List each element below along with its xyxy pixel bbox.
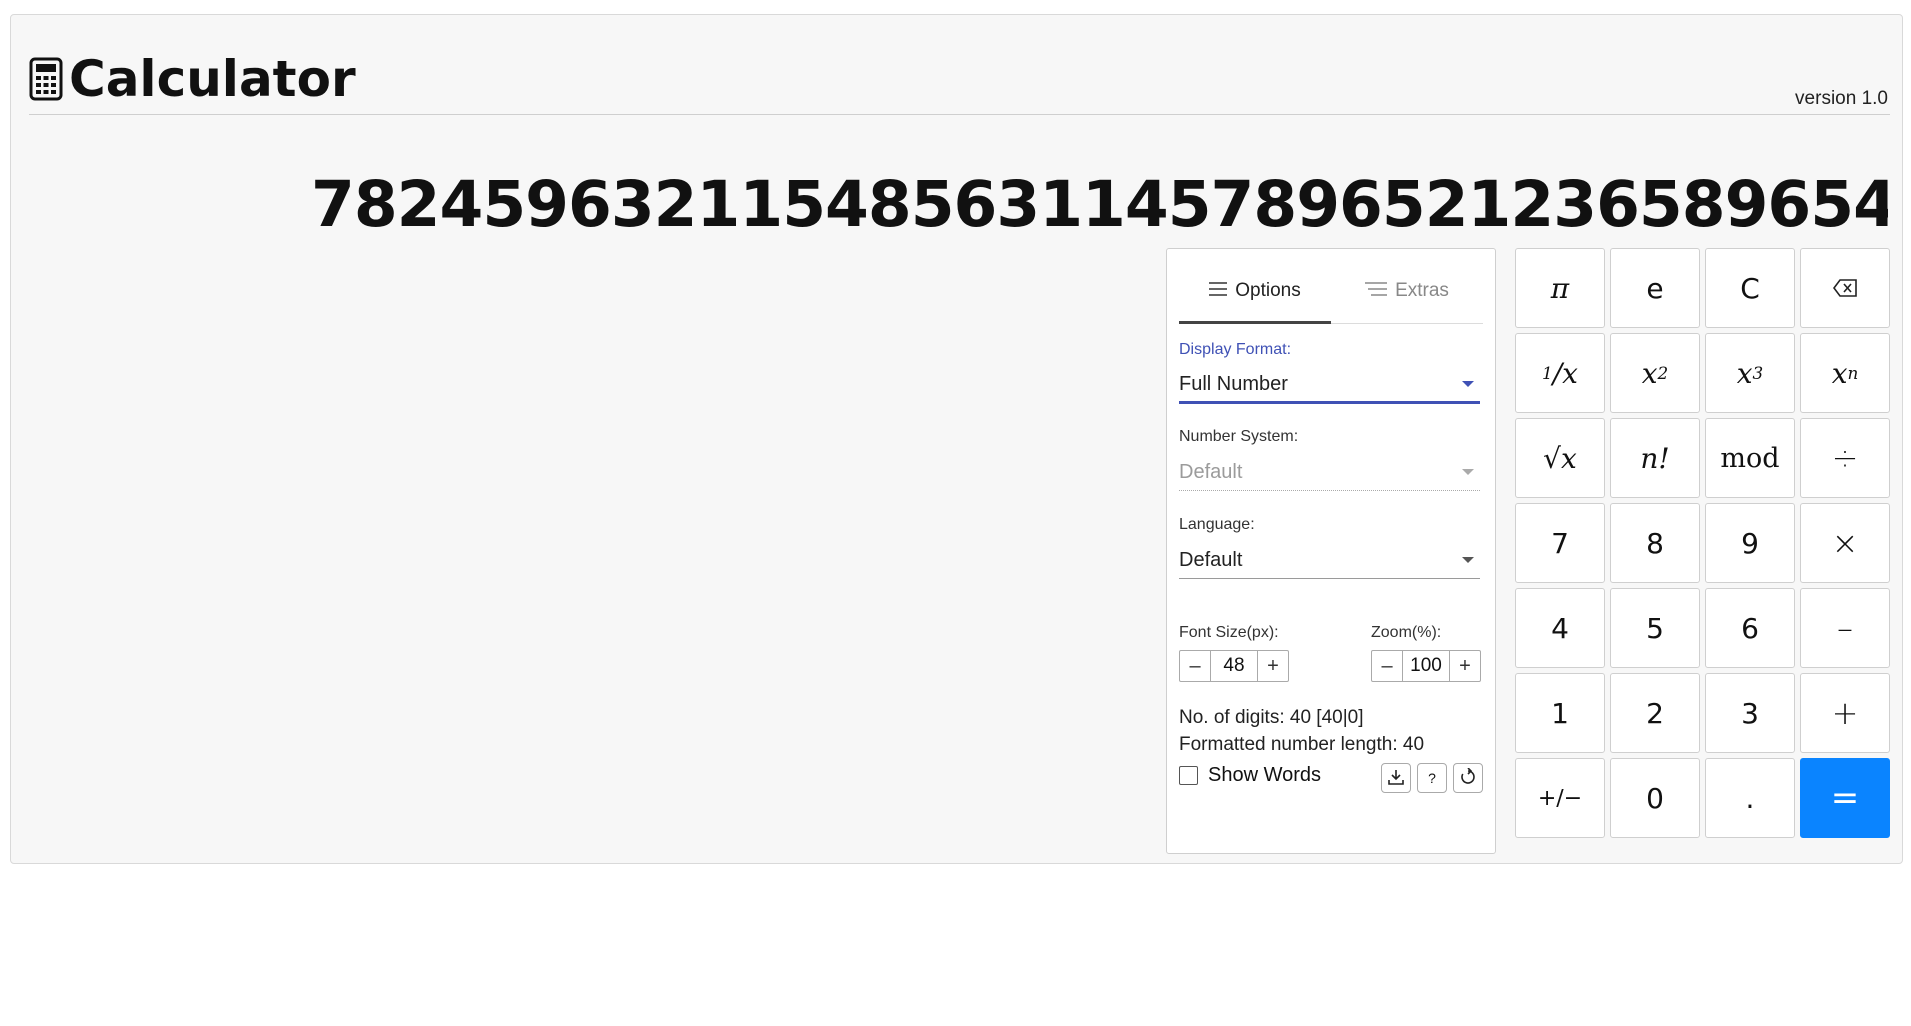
mod-button[interactable]: mod (1705, 418, 1795, 498)
tab-extras[interactable]: Extras (1331, 259, 1483, 323)
number-system-select[interactable]: Default (1179, 454, 1480, 491)
number-system-field: Number System: Default (1179, 428, 1480, 491)
backspace-button[interactable] (1800, 248, 1890, 328)
version-label: version 1.0 (1795, 88, 1888, 109)
app-title-text: Calculator (69, 50, 356, 108)
display-format-select[interactable]: Full Number (1179, 367, 1480, 404)
font-size-label: Font Size(px): (1179, 624, 1279, 641)
cube-button[interactable]: x3 (1705, 333, 1795, 413)
digit-1-button[interactable]: 1 (1515, 673, 1605, 753)
font-size-input[interactable]: 48 (1210, 651, 1258, 681)
reset-button[interactable] (1453, 763, 1483, 793)
language-label: Language: (1179, 516, 1255, 533)
tab-options[interactable]: Options (1179, 259, 1331, 324)
language-field: Language: Default (1179, 516, 1480, 579)
divide-button[interactable]: ÷ (1800, 418, 1890, 498)
keypad: π e C 1/x x2 x3 xn √x n! mod ÷ 7 8 9 × 4… (1515, 248, 1890, 838)
font-size-increase-button[interactable]: + (1258, 651, 1288, 681)
zoom-stepper: – 100 + (1371, 650, 1481, 682)
show-words-option: Show Words (1179, 764, 1321, 787)
show-words-checkbox[interactable] (1179, 766, 1198, 785)
font-size-decrease-button[interactable]: – (1180, 651, 1210, 681)
square-button[interactable]: x2 (1610, 333, 1700, 413)
zoom-increase-button[interactable]: + (1450, 651, 1480, 681)
factorial-button[interactable]: n! (1610, 418, 1700, 498)
panel-tabs: Options Extras (1179, 259, 1483, 324)
decimal-button[interactable]: . (1705, 758, 1795, 838)
reciprocal-button[interactable]: 1/x (1515, 333, 1605, 413)
digit-8-button[interactable]: 8 (1610, 503, 1700, 583)
e-button[interactable]: e (1610, 248, 1700, 328)
digit-6-button[interactable]: 6 (1705, 588, 1795, 668)
power-button[interactable]: xn (1800, 333, 1890, 413)
digit-2-button[interactable]: 2 (1610, 673, 1700, 753)
zoom-field: Zoom(%): – 100 + (1371, 624, 1481, 682)
download-icon (1387, 768, 1405, 789)
square-root-button[interactable]: √x (1515, 418, 1605, 498)
zoom-decrease-button[interactable]: – (1372, 651, 1402, 681)
add-button[interactable]: + (1800, 673, 1890, 753)
subtract-button[interactable]: – (1800, 588, 1890, 668)
pi-button[interactable]: π (1515, 248, 1605, 328)
equals-button[interactable]: = (1800, 758, 1890, 838)
display-format-label: Display Format: (1179, 341, 1292, 358)
backspace-icon (1832, 272, 1858, 305)
reset-icon (1459, 766, 1477, 789)
multiply-button[interactable]: × (1800, 503, 1890, 583)
chevron-down-icon (1462, 381, 1474, 387)
result-display: 7824596321154856311457896521236589654856 (311, 168, 1888, 241)
menu-icon (1209, 280, 1228, 302)
download-button[interactable] (1381, 763, 1411, 793)
panel-tools: ? (1381, 763, 1483, 793)
display-format-field: Display Format: Full Number (1179, 341, 1480, 404)
options-panel: Options Extras Display Format: Full Numb… (1166, 248, 1496, 854)
language-select[interactable]: Default (1179, 542, 1480, 579)
calculator-icon (29, 57, 63, 101)
chevron-down-icon (1462, 469, 1474, 475)
digit-5-button[interactable]: 5 (1610, 588, 1700, 668)
language-value: Default (1179, 548, 1243, 571)
sort-lines-icon (1365, 280, 1388, 302)
chevron-down-icon (1462, 557, 1474, 563)
help-button[interactable]: ? (1417, 763, 1447, 793)
font-size-stepper: – 48 + (1179, 650, 1289, 682)
zoom-label: Zoom(%): (1371, 624, 1442, 641)
number-info: No. of digits: 40 [40|0] Formatted numbe… (1179, 704, 1424, 758)
digits-info: No. of digits: 40 [40|0] (1179, 707, 1364, 728)
digit-9-button[interactable]: 9 (1705, 503, 1795, 583)
clear-button[interactable]: C (1705, 248, 1795, 328)
digit-0-button[interactable]: 0 (1610, 758, 1700, 838)
digit-7-button[interactable]: 7 (1515, 503, 1605, 583)
tab-options-label: Options (1235, 280, 1301, 301)
number-system-label: Number System: (1179, 428, 1299, 445)
digit-4-button[interactable]: 4 (1515, 588, 1605, 668)
header: Calculator version 1.0 (29, 33, 1890, 115)
show-words-label: Show Words (1208, 764, 1322, 786)
help-icon: ? (1428, 770, 1436, 786)
tab-extras-label: Extras (1395, 280, 1449, 301)
zoom-input[interactable]: 100 (1402, 651, 1450, 681)
app-title: Calculator (29, 49, 356, 109)
length-info: Formatted number length: 40 (1179, 734, 1425, 755)
display-format-value: Full Number (1179, 372, 1288, 395)
digit-3-button[interactable]: 3 (1705, 673, 1795, 753)
font-size-field: Font Size(px): – 48 + (1179, 624, 1289, 682)
negate-button[interactable]: +∕− (1515, 758, 1605, 838)
number-system-value: Default (1179, 460, 1243, 483)
